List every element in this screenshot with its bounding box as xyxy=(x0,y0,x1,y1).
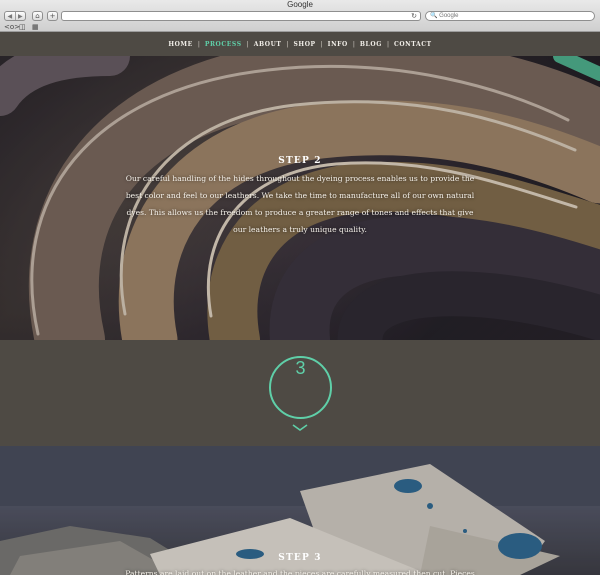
nav-item-home[interactable]: HOME xyxy=(168,41,193,48)
nav-separator: | xyxy=(246,40,249,48)
step3-caption: STEP 3 Patterns are laid out on the leat… xyxy=(0,553,600,575)
history-buttons: ◀ ▶ xyxy=(4,11,26,21)
url-input[interactable]: ↻ xyxy=(61,11,421,21)
reader-icon[interactable]: <o> xyxy=(4,22,20,32)
back-icon[interactable]: ◀ xyxy=(5,12,15,20)
step2-hero: STEP 2 Our careful handling of the hides… xyxy=(0,56,600,340)
search-placeholder: Google xyxy=(439,13,459,19)
browser-toolbar: ◀ ▶ ⌂ + ↻ 🔍 Google xyxy=(0,10,600,22)
nav-item-blog[interactable]: BLOG xyxy=(360,41,382,48)
nav-separator: | xyxy=(197,40,200,48)
nav-item-shop[interactable]: SHOP xyxy=(294,41,316,48)
site-nav: HOME | PROCESS | ABOUT | SHOP | INFO | BLOG | CONTAC… xyxy=(0,32,600,56)
browser-chrome: Google ◀ ▶ ⌂ + ↻ 🔍 Google <o> ◫ ▦ xyxy=(0,0,600,32)
step3-circle[interactable]: 3 xyxy=(269,356,332,419)
step2-title: STEP 2 xyxy=(278,156,322,166)
search-input[interactable]: 🔍 Google xyxy=(425,11,595,21)
nav-item-contact[interactable]: CONTACT xyxy=(394,41,432,48)
grid-icon[interactable]: ▦ xyxy=(32,22,39,32)
step2-text: Our careful handling of the hides throug… xyxy=(125,174,475,234)
step3-title: STEP 3 xyxy=(278,553,322,563)
nav-item-info[interactable]: INFO xyxy=(328,41,348,48)
step3-text: Patterns are laid out on the leather and… xyxy=(125,569,475,575)
reload-icon[interactable]: ↻ xyxy=(411,12,417,21)
step3-hero: STEP 3 Patterns are laid out on the leat… xyxy=(0,446,600,575)
forward-icon[interactable]: ▶ xyxy=(14,12,26,20)
nav-separator: | xyxy=(352,40,355,48)
search-icon: 🔍 xyxy=(430,13,438,19)
nav-separator: | xyxy=(386,40,389,48)
add-bookmark-icon[interactable]: + xyxy=(47,11,58,21)
home-icon[interactable]: ⌂ xyxy=(32,11,43,21)
nav-separator: | xyxy=(286,40,289,48)
nav-item-process[interactable]: PROCESS xyxy=(205,41,242,48)
step3-marker-band: 3 xyxy=(0,340,600,446)
nav-separator: | xyxy=(320,40,323,48)
window-title: Google xyxy=(287,0,313,9)
bookmarks-bar: <o> ◫ ▦ xyxy=(0,22,600,32)
nav-item-about[interactable]: ABOUT xyxy=(254,41,282,48)
step2-caption: STEP 2 Our careful handling of the hides… xyxy=(0,156,600,238)
book-icon[interactable]: ◫ xyxy=(19,22,26,32)
chevron-down-icon[interactable] xyxy=(292,424,308,432)
